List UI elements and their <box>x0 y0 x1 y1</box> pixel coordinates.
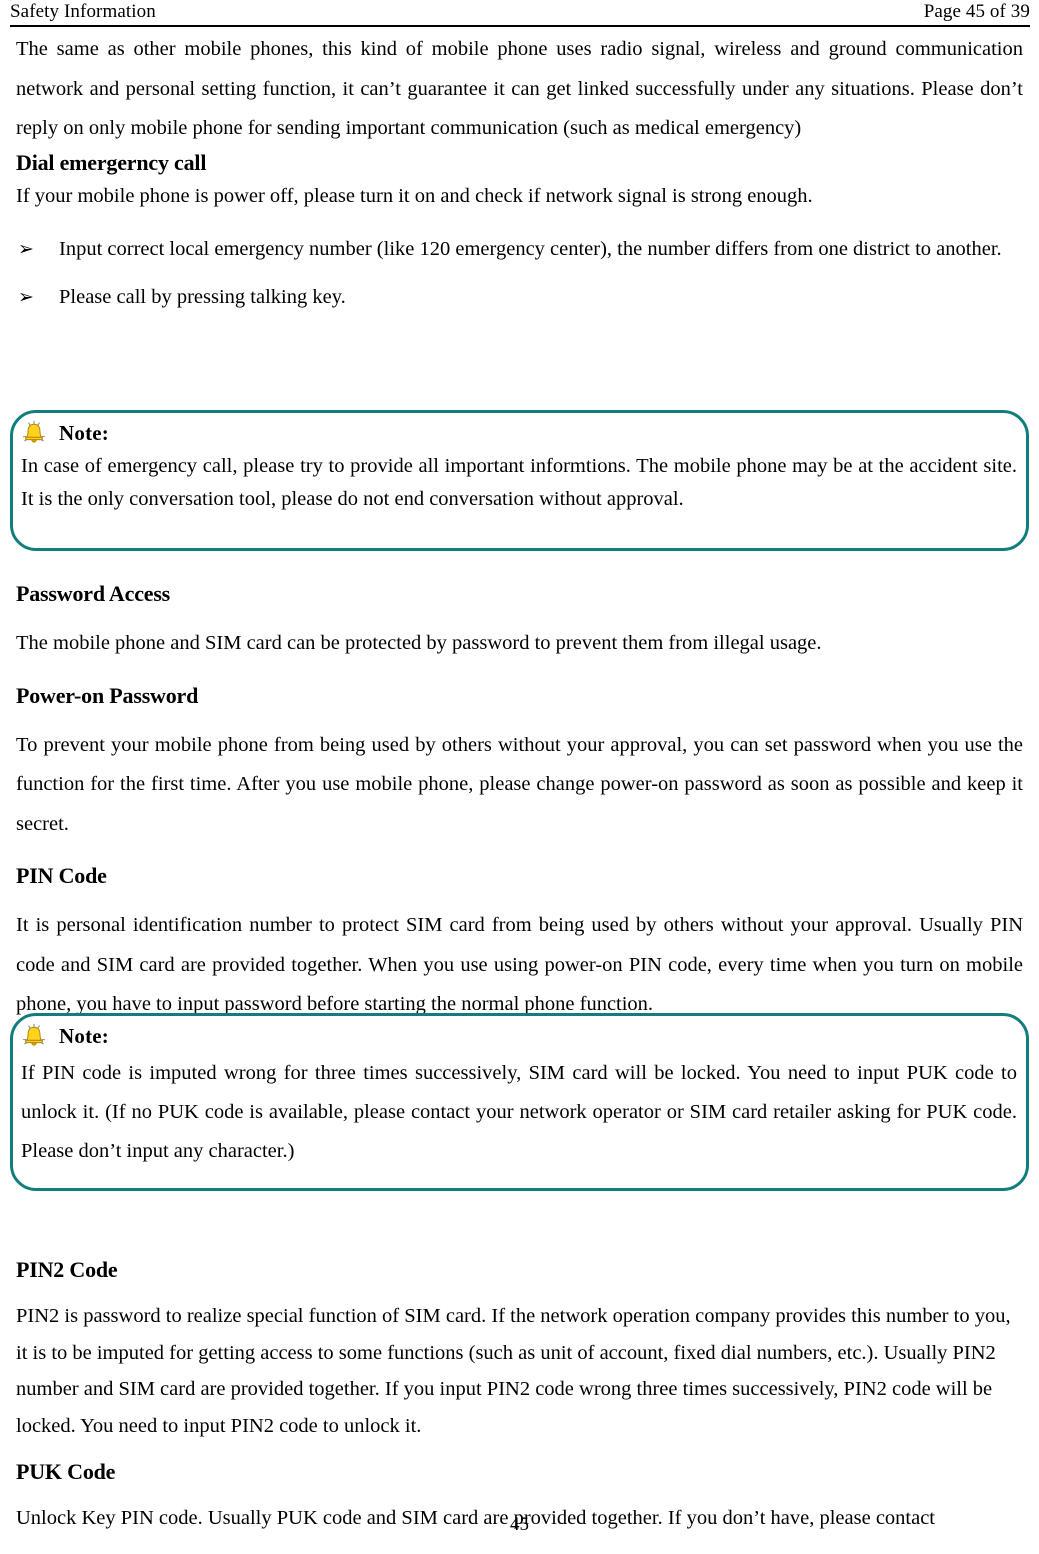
list-item-text: Input correct local emergency number (li… <box>59 238 1002 260</box>
pin2-puk-section: PIN2 Code PIN2 is password to realize sp… <box>16 1256 1023 1537</box>
footer-page-number: 45 <box>510 1514 529 1535</box>
list-item: ➢ Please call by pressing talking key. <box>18 278 1023 318</box>
note-header: Note: <box>13 1016 1026 1049</box>
header-section-title: Safety Information <box>10 1 156 22</box>
heading-pin2-code: PIN2 Code <box>16 1257 118 1282</box>
heading-power-on-password: Power-on Password <box>16 682 199 708</box>
password-access-section: Password Access The mobile phone and SIM… <box>16 580 1023 1025</box>
pin-code-paragraph: It is personal identification number to … <box>16 914 1023 1015</box>
heading-dial-emergency-call: Dial emergerncy call <box>16 149 207 175</box>
page-content: The same as other mobile phones, this ki… <box>16 30 1023 317</box>
heading-puk-code: PUK Code <box>16 1459 116 1484</box>
document-page: Safety Information Page 45 of 39 The sam… <box>0 0 1039 1554</box>
note-body-text: In case of emergency call, please try to… <box>21 455 1017 510</box>
page-header: Safety Information Page 45 of 39 <box>10 0 1030 27</box>
note-callout-emergency-call: Note: In case of emergency call, please … <box>10 410 1029 551</box>
heading-pin-code: PIN Code <box>16 863 107 888</box>
password-access-paragraph: The mobile phone and SIM card can be pro… <box>16 632 822 654</box>
bell-icon <box>22 420 46 443</box>
note-body-text: If PIN code is imputed wrong for three t… <box>21 1062 1017 1162</box>
pin2-code-paragraph: PIN2 is password to realize special func… <box>16 1305 1011 1437</box>
note-title: Note: <box>59 420 109 445</box>
note-callout-pin-code: Note: If PIN code is imputed wrong for t… <box>10 1013 1029 1191</box>
list-item-text: Please call by pressing talking key. <box>59 285 346 308</box>
arrow-bullet-icon: ➢ <box>18 238 34 260</box>
bell-icon <box>22 1023 46 1046</box>
dial-emergency-bullet-list: ➢ Input correct local emergency number (… <box>16 230 1023 317</box>
list-item: ➢ Input correct local emergency number (… <box>18 230 1023 270</box>
header-divider-rule <box>10 25 1030 27</box>
header-page-indicator: Page 45 of 39 <box>923 1 1030 22</box>
power-on-password-paragraph: To prevent your mobile phone from being … <box>16 733 1023 835</box>
heading-password-access: Password Access <box>16 581 171 606</box>
arrow-bullet-icon: ➢ <box>18 285 34 308</box>
note-title: Note: <box>59 1023 109 1048</box>
intro-paragraph: The same as other mobile phones, this ki… <box>16 38 1023 139</box>
dial-emergency-intro-paragraph: If your mobile phone is power off, pleas… <box>16 184 813 207</box>
note-header: Note: <box>13 413 1026 446</box>
